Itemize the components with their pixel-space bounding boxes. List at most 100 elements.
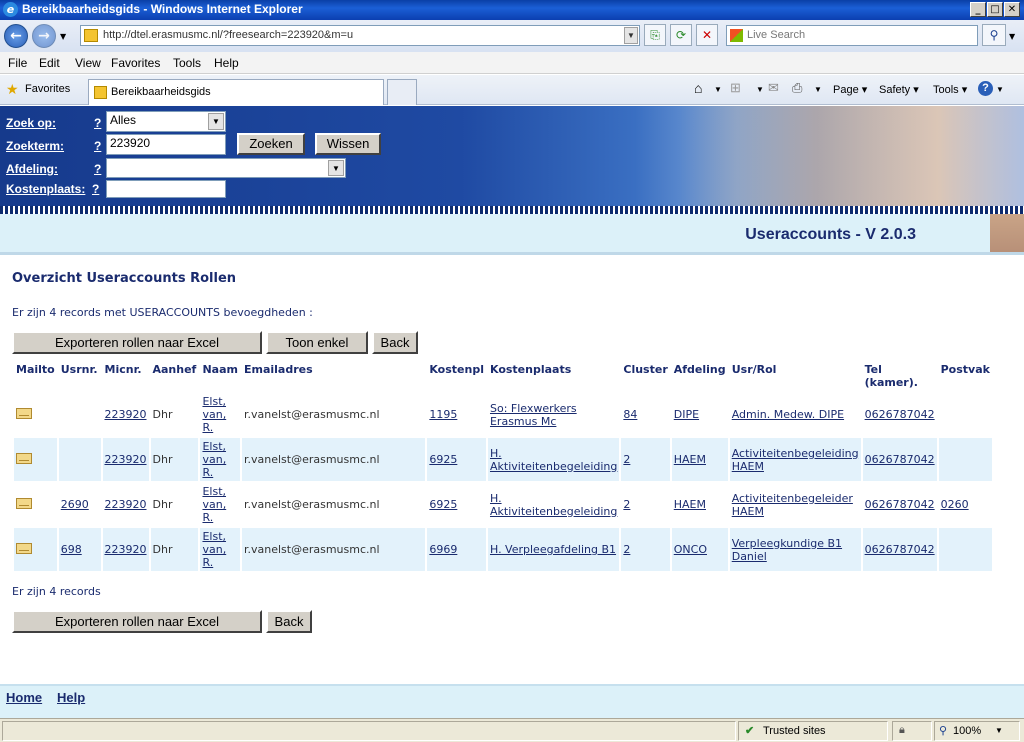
print-icon[interactable]: ⎙ (792, 80, 802, 96)
compatibility-icon[interactable]: ⎘ (644, 24, 666, 46)
minimize-button[interactable]: _ (970, 2, 986, 17)
cluster-link[interactable]: 2 (623, 498, 630, 511)
menu-edit[interactable]: Edit (39, 56, 60, 70)
stop-icon[interactable]: ✕ (696, 24, 718, 46)
usr-rol-link[interactable]: Activiteitenbegeleiding HAEM (732, 447, 859, 473)
page-menu[interactable]: Page ▾ (833, 83, 867, 96)
wissen-button[interactable]: Wissen (315, 133, 381, 155)
mailto-icon[interactable] (16, 542, 32, 554)
kostenpl-link[interactable]: 6969 (429, 543, 457, 556)
kostenplaats-label[interactable]: Kostenplaats: (6, 182, 85, 196)
usrnr-link[interactable]: 698 (61, 543, 82, 556)
afdeling-help[interactable]: ? (94, 162, 101, 176)
kostenplaats-link[interactable]: H. Verpleegafdeling B1 (490, 543, 616, 556)
afdeling-dropdown-icon[interactable]: ▼ (328, 160, 344, 176)
zoom-dropdown-icon[interactable]: ▼ (995, 726, 1003, 735)
afdeling-select[interactable]: ▼ (106, 158, 346, 178)
afdeling-link[interactable]: HAEM (674, 453, 706, 466)
help-icon[interactable]: ? (978, 81, 993, 96)
cluster-link[interactable]: 2 (623, 453, 630, 466)
kostenplaats-link[interactable]: H. Aktiviteitenbegeleiding (490, 492, 617, 518)
menu-view[interactable]: View (75, 56, 101, 70)
home-icon[interactable]: ⌂ (694, 80, 702, 96)
close-window-button[interactable]: ✕ (1004, 2, 1020, 17)
search-icon[interactable]: ⚲ (982, 24, 1006, 46)
zoek-op-label[interactable]: Zoek op: (6, 116, 56, 130)
tel-link[interactable]: 0626787042 (865, 498, 935, 511)
feeds-dropdown-icon[interactable]: ▼ (756, 85, 764, 94)
usr-rol-link[interactable]: Admin. Medew. DIPE (732, 408, 844, 421)
live-search-input[interactable]: Live Search (726, 25, 978, 46)
usrnr-link[interactable]: 2690 (61, 498, 89, 511)
kostenplaats-link[interactable]: So: Flexwerkers Erasmus Mc (490, 402, 577, 428)
tel-link[interactable]: 0626787042 (865, 408, 935, 421)
favorites-star-icon[interactable]: ★ (6, 81, 19, 98)
zoekterm-help[interactable]: ? (94, 139, 101, 153)
zoek-op-help[interactable]: ? (94, 116, 101, 130)
naam-link[interactable]: Elst, van, R. (202, 440, 226, 479)
cluster-link[interactable]: 2 (623, 543, 630, 556)
afdeling-link[interactable]: HAEM (674, 498, 706, 511)
help-link[interactable]: Help (57, 690, 85, 705)
new-tab-button[interactable] (387, 79, 417, 105)
zoek-op-dropdown-icon[interactable]: ▼ (208, 113, 224, 130)
usr-rol-link[interactable]: Verpleegkundige B1 Daniel (732, 537, 842, 563)
micnr-link[interactable]: 223920 (105, 543, 147, 556)
kostenpl-link[interactable]: 1195 (429, 408, 457, 421)
tools-menu[interactable]: Tools ▾ (933, 83, 967, 96)
zoom-control[interactable]: ⚲ 100% ▼ (934, 721, 1020, 741)
search-options-icon[interactable]: ▼ (1009, 32, 1015, 41)
favorites-button[interactable]: Favorites (25, 83, 70, 95)
naam-link[interactable]: Elst, van, R. (202, 530, 226, 569)
zoekterm-input[interactable]: 223920 (106, 134, 226, 155)
protected-mode-panel[interactable]: 🔒︎ (892, 721, 932, 741)
zoek-op-select[interactable]: Alles ▼ (106, 111, 226, 132)
usr-rol-link[interactable]: Activiteitenbegeleider HAEM (732, 492, 853, 518)
afdeling-label[interactable]: Afdeling: (6, 162, 58, 176)
tab-bereikbaarheidsgids[interactable]: Bereikbaarheidsgids (88, 79, 384, 105)
mailto-icon[interactable] (16, 497, 32, 509)
mailto-icon[interactable] (16, 407, 32, 419)
history-dropdown-icon[interactable]: ▼ (60, 32, 66, 41)
afdeling-link[interactable]: ONCO (674, 543, 707, 556)
tel-link[interactable]: 0626787042 (865, 453, 935, 466)
afdeling-link[interactable]: DIPE (674, 408, 699, 421)
tel-link[interactable]: 0626787042 (865, 543, 935, 556)
cluster-link[interactable]: 84 (623, 408, 637, 421)
postvak-link[interactable]: 0260 (941, 498, 969, 511)
help-dropdown-icon[interactable]: ▼ (996, 85, 1004, 94)
mailto-icon[interactable] (16, 452, 32, 464)
kostenplaats-input[interactable] (106, 180, 226, 198)
export-excel-button[interactable]: Exporteren rollen naar Excel (12, 331, 262, 354)
feeds-icon[interactable]: ⊞ (730, 80, 741, 96)
export-excel-button-bottom[interactable]: Exporteren rollen naar Excel (12, 610, 262, 633)
micnr-link[interactable]: 223920 (105, 498, 147, 511)
back-button[interactable]: Back (372, 331, 418, 354)
naam-link[interactable]: Elst, van, R. (202, 485, 226, 524)
refresh-icon[interactable]: ⟳ (670, 24, 692, 46)
mail-icon[interactable]: ✉ (768, 80, 779, 96)
menu-tools[interactable]: Tools (173, 56, 201, 70)
home-dropdown-icon[interactable]: ▼ (714, 85, 722, 94)
kostenplaats-link[interactable]: H. Aktiviteitenbegeleiding (490, 447, 617, 473)
back-button-bottom[interactable]: Back (266, 610, 312, 633)
zoekterm-label[interactable]: Zoekterm: (6, 139, 64, 153)
forward-nav-button[interactable]: → (32, 24, 56, 48)
menu-favorites[interactable]: Favorites (111, 56, 160, 70)
kostenpl-link[interactable]: 6925 (429, 453, 457, 466)
toon-enkel-button[interactable]: Toon enkel (266, 331, 368, 354)
zoeken-button[interactable]: Zoeken (237, 133, 305, 155)
menu-help[interactable]: Help (214, 56, 239, 70)
maximize-button[interactable]: □ (987, 2, 1003, 17)
naam-link[interactable]: Elst, van, R. (202, 395, 226, 434)
safety-menu[interactable]: Safety ▾ (879, 83, 919, 96)
menu-file[interactable]: File (8, 56, 27, 70)
kostenpl-link[interactable]: 6925 (429, 498, 457, 511)
home-link[interactable]: Home (6, 690, 42, 705)
print-dropdown-icon[interactable]: ▼ (814, 85, 822, 94)
micnr-link[interactable]: 223920 (105, 408, 147, 421)
micnr-link[interactable]: 223920 (105, 453, 147, 466)
back-nav-button[interactable]: ← (4, 24, 28, 48)
address-bar[interactable]: http://dtel.erasmusmc.nl/?freesearch=223… (80, 25, 640, 46)
address-dropdown-icon[interactable]: ▼ (624, 27, 638, 44)
